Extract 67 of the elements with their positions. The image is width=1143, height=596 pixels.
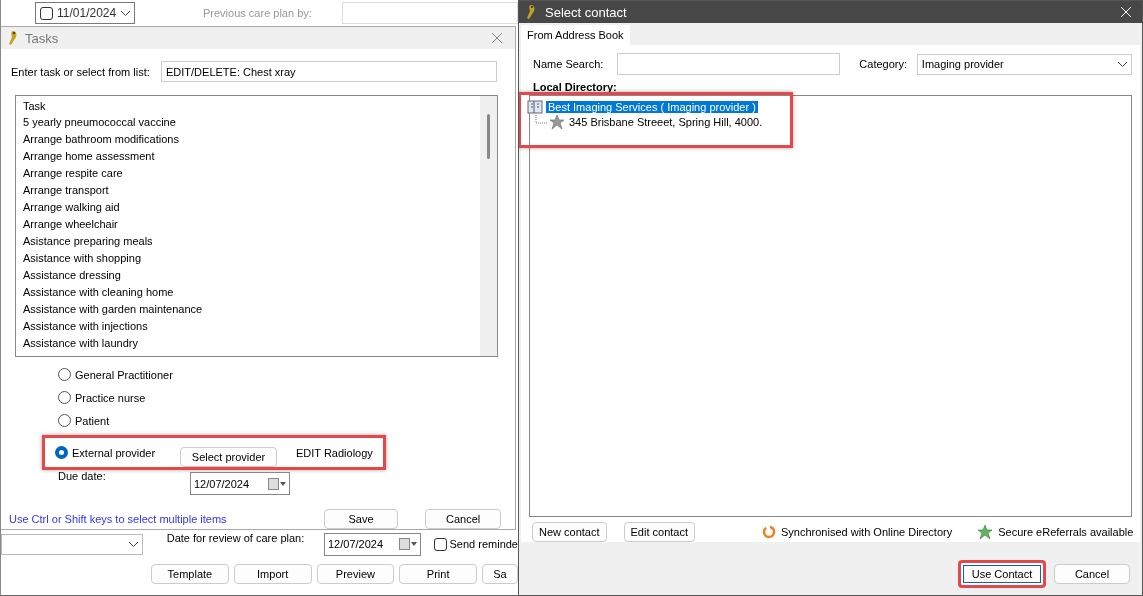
column-header: Task (23, 100, 47, 114)
select-provider-button[interactable]: Select provider (180, 446, 277, 467)
list-item[interactable]: Assistance with injections (23, 318, 473, 335)
date-field[interactable]: 12/07/2024 (324, 532, 421, 556)
sync-status: Synchronised with Online Directory (762, 525, 953, 539)
field-label: Name Search: (533, 58, 605, 70)
radio-option[interactable]: Patient (58, 412, 501, 429)
dialog-button[interactable]: Cancel (1054, 564, 1130, 584)
radio-option[interactable]: External provider (55, 444, 176, 461)
field-label: Category: (859, 58, 909, 70)
list-item[interactable]: Asistance with shopping (23, 250, 473, 267)
calendar-icon[interactable] (398, 538, 417, 550)
input-field[interactable] (342, 2, 518, 24)
checkbox[interactable] (40, 6, 53, 20)
save-button[interactable]: Save (323, 509, 399, 529)
hint-link[interactable]: Use Ctrl or Shift keys to select multiple items (9, 513, 227, 525)
field-label: Due date: (58, 470, 107, 482)
list-item[interactable]: Assistance dressing (23, 267, 473, 284)
task-list[interactable] (15, 95, 498, 357)
radio-option[interactable]: General Practitioner (58, 366, 501, 383)
list-item[interactable]: Assistance with cleaning home (23, 284, 473, 301)
toolbar-button[interactable]: Template (151, 564, 229, 584)
calendar-icon[interactable] (268, 477, 286, 490)
date-field[interactable]: 12/07/2024 (190, 472, 290, 495)
section-label: Local Directory: (533, 81, 618, 93)
building-icon (527, 99, 543, 114)
field-label: Previous care plan by: (203, 7, 312, 19)
list-item[interactable]: Arrange bathroom modifications (23, 131, 473, 148)
toolbar-button[interactable]: Sa (482, 564, 518, 584)
checkbox[interactable] (433, 537, 447, 551)
list-item[interactable]: Assistance with laundry (23, 335, 473, 352)
list-item[interactable]: Arrange walking aid (23, 199, 473, 216)
list-item[interactable]: Asistance preparing meals (23, 233, 473, 250)
chevron-down-icon (121, 10, 130, 16)
category-select[interactable]: Imaging provider (916, 53, 1132, 75)
toolbar-button[interactable]: Print (399, 564, 478, 584)
toolbar-button[interactable]: Import (233, 564, 312, 584)
toolbar-button[interactable]: Preview (316, 564, 395, 584)
list-item[interactable]: 5 yearly pneumococcal vaccine (23, 114, 473, 131)
field-label: Enter task or select from list: (11, 65, 151, 78)
sync-icon (762, 525, 776, 539)
cancel-button[interactable]: Cancel (425, 509, 501, 529)
tree-item[interactable]: 345 Brisbane Streeet, Spring Hill, 4000. (535, 114, 765, 130)
list-item[interactable]: Assistance with garden maintenance (23, 301, 473, 318)
star-icon (977, 524, 994, 540)
scrollbar[interactable] (480, 96, 497, 356)
list-item[interactable]: Arrange respite care (23, 165, 473, 182)
radio-option[interactable]: Practice nurse (58, 389, 501, 406)
window-title: Select contact (545, 4, 627, 20)
star-icon (549, 114, 565, 130)
checkbox-label: Send reminde (449, 538, 518, 550)
task-input[interactable]: EDIT/DELETE: Chest xray (161, 61, 497, 82)
edit-contact-button[interactable]: Edit contact (623, 522, 695, 542)
ereferrals-status: Secure eReferrals available (977, 524, 1134, 540)
new-contact-button[interactable]: New contact (532, 522, 607, 542)
field-label: Date for review of care plan: (166, 532, 306, 544)
chevron-down-icon (128, 541, 138, 547)
date-picker[interactable]: 11/01/2024 (35, 2, 135, 24)
dialog-button[interactable]: Use Contact (958, 560, 1046, 588)
chevron-down-icon (1118, 61, 1127, 67)
window-title: Tasks (25, 30, 59, 46)
tab[interactable]: From Address Book (521, 25, 630, 45)
name-search-field[interactable] (617, 53, 841, 75)
list-item[interactable]: Arrange wheelchair (23, 216, 473, 233)
list-item[interactable]: Arrange transport (23, 182, 473, 199)
list-item[interactable]: Arrange home assessment (23, 148, 473, 165)
provider-name: EDIT Radiology (296, 446, 373, 459)
